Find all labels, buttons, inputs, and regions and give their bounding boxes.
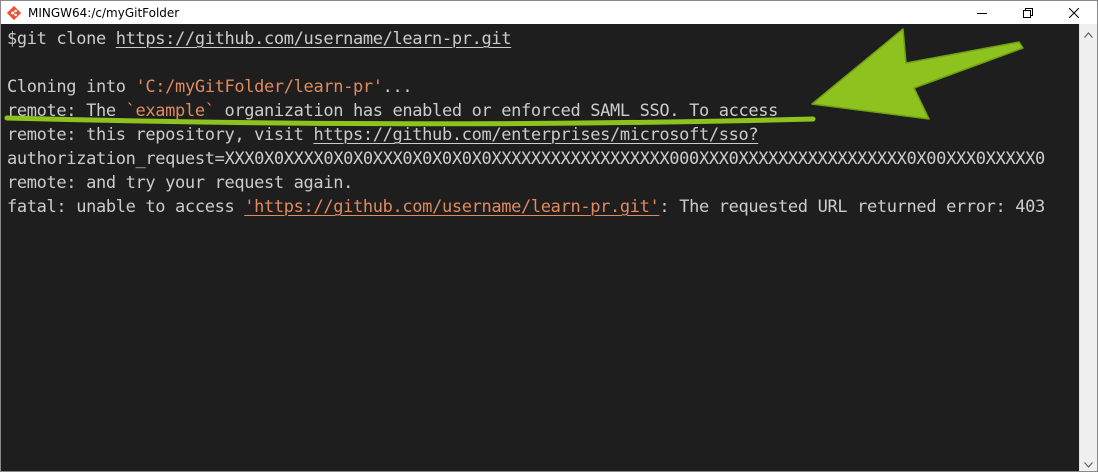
cloning-line: Cloning into 'C:/myGitFolder/learn-pr'..…	[7, 75, 413, 99]
restore-icon	[1023, 7, 1033, 18]
command-line: $git clone https://github.com/username/l…	[7, 27, 511, 51]
window-title: MINGW64:/c/myGitFolder	[28, 5, 180, 20]
scroll-up-button[interactable]	[1080, 24, 1097, 41]
remote-retry-line: remote: and try your request again.	[7, 173, 353, 193]
minimize-button[interactable]	[959, 1, 1005, 24]
vertical-scrollbar[interactable]	[1079, 24, 1097, 471]
remote-visit-prefix: remote: this repository, visit	[7, 125, 314, 145]
cloning-suffix: ...	[382, 77, 413, 97]
chevron-up-icon	[1084, 23, 1093, 42]
maximize-button[interactable]	[1005, 1, 1051, 24]
fatal-prefix: fatal: unable to access	[7, 197, 245, 217]
git-bash-icon	[6, 5, 22, 21]
terminal-output[interactable]: $git clone https://github.com/username/l…	[1, 24, 1080, 471]
chevron-down-icon	[1084, 453, 1093, 471]
authorization-request-line: authorization_request=XXX0X0XXXX0X0X0XXX…	[7, 149, 1045, 169]
cloning-prefix: Cloning into	[7, 77, 136, 97]
fatal-message: : The requested URL returned error: 403	[659, 197, 1045, 217]
fatal-url[interactable]: 'https://github.com/username/learn-pr.gi…	[244, 197, 660, 217]
sso-url[interactable]: https://github.com/enterprises/microsoft…	[313, 125, 758, 145]
terminal-window: MINGW64:/c/myGitFolder $git clone https:…	[0, 0, 1098, 472]
scroll-down-button[interactable]	[1080, 454, 1097, 471]
remote-visit-line: remote: this repository, visit https://g…	[7, 123, 759, 147]
remote-saml-message: organization has enabled or enforced SAM…	[214, 101, 779, 121]
title-bar[interactable]: MINGW64:/c/myGitFolder	[1, 1, 1097, 24]
window-controls	[959, 1, 1097, 24]
clone-path: 'C:/myGitFolder/learn-pr'	[135, 77, 383, 97]
command-url[interactable]: https://github.com/username/learn-pr.git	[116, 29, 512, 49]
remote-saml-line: remote: The `example` organization has e…	[7, 99, 778, 123]
remote-prefix: remote: The	[7, 101, 126, 121]
close-button[interactable]	[1051, 1, 1097, 24]
organization-name: `example`	[125, 101, 215, 121]
minimize-icon	[977, 8, 987, 18]
fatal-error-line: fatal: unable to access 'https://github.…	[7, 195, 1045, 219]
close-icon	[1069, 7, 1079, 18]
command-prompt: $git clone	[7, 29, 116, 49]
